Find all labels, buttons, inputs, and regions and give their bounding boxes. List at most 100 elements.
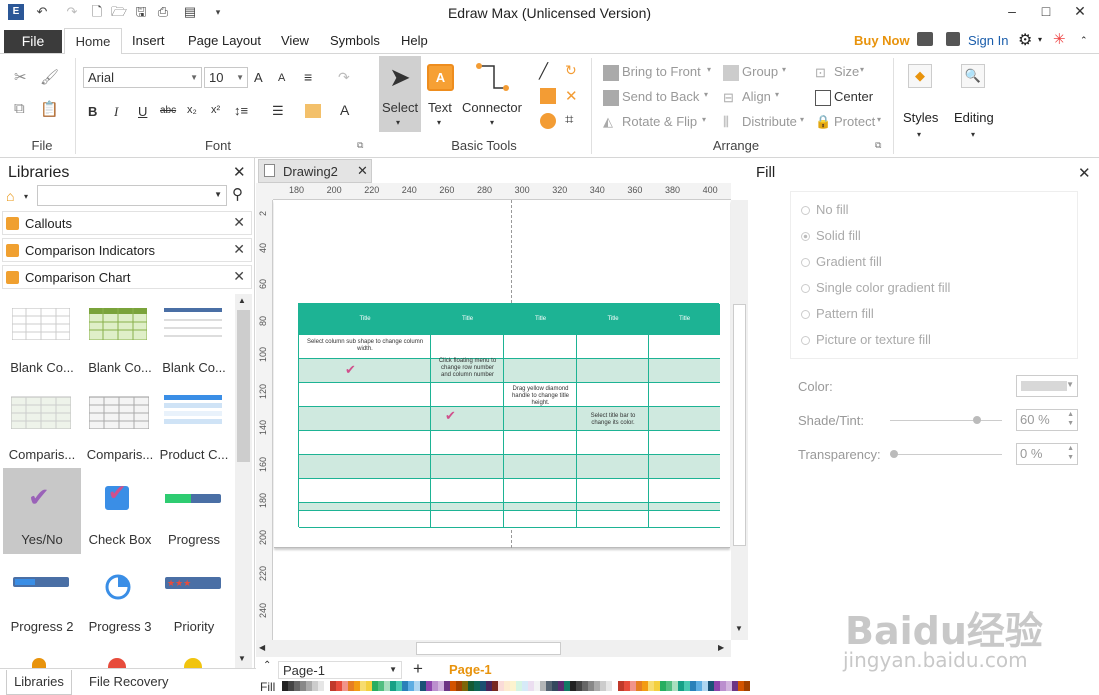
transparency-knob[interactable] xyxy=(890,450,898,458)
table-cell[interactable] xyxy=(504,335,577,359)
paste-icon[interactable]: 📋 xyxy=(40,100,59,118)
shape-blank-comparison-2[interactable]: Blank Co... xyxy=(81,296,159,382)
table-cell[interactable] xyxy=(504,511,577,528)
close-icon[interactable]: ✕ xyxy=(233,268,245,285)
table-cell[interactable] xyxy=(649,383,720,407)
tab-insert[interactable]: Insert xyxy=(132,33,165,48)
table-cell[interactable] xyxy=(431,431,504,455)
table-cell[interactable] xyxy=(577,431,649,455)
tab-symbols[interactable]: Symbols xyxy=(330,33,380,48)
fill-option-gradient-fill[interactable]: Gradient fill xyxy=(801,254,882,269)
line-spacing-icon[interactable]: ↕≡ xyxy=(234,103,250,119)
page-tab-active[interactable]: Page-1 xyxy=(449,662,492,677)
table-cell[interactable] xyxy=(299,359,431,383)
shape-blank-comparison-3[interactable]: Blank Co... xyxy=(155,296,233,382)
font-color-icon[interactable]: A xyxy=(340,102,356,118)
transparency-slider[interactable] xyxy=(890,450,1002,458)
rectangle-tool-icon[interactable] xyxy=(540,88,556,104)
shape-priority[interactable]: ★★★ Priority xyxy=(155,555,233,641)
shape-yes-no[interactable]: ✔ Yes/No xyxy=(3,468,81,554)
file-menu[interactable]: File xyxy=(4,30,62,53)
table-cell[interactable] xyxy=(431,479,504,503)
underline-icon[interactable]: U xyxy=(138,104,154,120)
table-header-cell[interactable]: Title xyxy=(299,316,431,322)
user-icon[interactable] xyxy=(946,32,960,46)
table-cell[interactable] xyxy=(649,407,720,431)
table-cell[interactable] xyxy=(299,407,431,431)
table-cell[interactable] xyxy=(504,479,577,503)
tab-home[interactable]: Home xyxy=(64,28,122,55)
arc-tool-icon[interactable]: ↻ xyxy=(565,62,581,78)
minimize-button[interactable]: – xyxy=(1002,2,1022,22)
table-cell[interactable] xyxy=(577,359,649,383)
checkmark-icon[interactable]: ✔ xyxy=(345,362,356,378)
line-tool-icon[interactable]: ╱ xyxy=(539,62,555,80)
color-swatch[interactable] xyxy=(744,681,750,691)
rotate-flip-button[interactable]: Rotate & Flip xyxy=(622,114,697,129)
close-icon[interactable]: ✕ xyxy=(233,241,245,258)
align-icon[interactable]: ⊟ xyxy=(723,90,739,106)
add-page-button[interactable]: + xyxy=(413,659,423,679)
protect-button[interactable]: Protect xyxy=(834,114,875,129)
table-header-cell[interactable]: Title xyxy=(649,316,720,322)
select-tool-button[interactable]: ➤ Select ▾ xyxy=(379,56,421,132)
table-cell[interactable] xyxy=(504,359,577,383)
shape-comparison-2[interactable]: Comparis... xyxy=(81,383,159,469)
settings-gear-icon[interactable]: ⚙ xyxy=(1018,30,1032,50)
fill-option-single-color-gradient[interactable]: Single color gradient fill xyxy=(801,280,950,295)
color-logo-icon[interactable]: ✳ xyxy=(1053,30,1066,48)
font-size-select[interactable]: 10 ▼ xyxy=(204,67,248,88)
table-cell[interactable] xyxy=(649,359,720,383)
page-select[interactable]: Page-1 ▼ xyxy=(278,661,402,679)
table-cell[interactable] xyxy=(649,479,720,503)
table-header-cell[interactable]: Title xyxy=(504,316,577,322)
send-to-back-button[interactable]: Send to Back xyxy=(622,89,699,104)
table-cell[interactable] xyxy=(431,383,504,407)
close-libraries-icon[interactable]: ✕ xyxy=(233,163,246,181)
close-fill-panel-icon[interactable]: ✕ xyxy=(1078,164,1091,182)
checkmark-icon[interactable]: ✔ xyxy=(445,408,456,424)
fill-option-solid-fill[interactable]: Solid fill xyxy=(801,228,861,243)
drawing-page[interactable]: Title Title Title Title Title Select column s… xyxy=(274,200,730,548)
shade-tint-slider[interactable] xyxy=(890,416,1002,424)
collapse-icon[interactable]: ⌃ xyxy=(263,660,271,671)
bold-icon[interactable]: B xyxy=(88,104,104,120)
table-cell[interactable] xyxy=(649,455,720,479)
lock-icon[interactable]: 🔒 xyxy=(815,114,831,130)
size-icon[interactable]: ⊡ xyxy=(815,65,831,81)
document-tab[interactable]: Drawing2 ✕ xyxy=(258,159,372,183)
table-cell[interactable] xyxy=(577,383,649,407)
table-cell[interactable] xyxy=(431,335,504,359)
align-text-icon[interactable]: ≡ xyxy=(304,69,320,85)
color-picker[interactable]: ▼ xyxy=(1016,375,1078,397)
fill-option-pattern-fill[interactable]: Pattern fill xyxy=(801,306,874,321)
italic-icon[interactable]: I xyxy=(114,104,130,120)
sign-in-link[interactable]: Sign In xyxy=(968,33,1008,48)
chevron-down-icon[interactable]: ▾ xyxy=(1038,35,1042,44)
shape-progress[interactable]: Progress xyxy=(155,468,233,554)
buy-now-link[interactable]: Buy Now xyxy=(854,33,910,48)
cut-icon[interactable]: ✂ xyxy=(14,68,30,86)
table-cell[interactable] xyxy=(649,503,720,511)
tab-libraries[interactable]: Libraries xyxy=(6,670,72,695)
rotate-flip-icon[interactable]: ◭ xyxy=(603,114,619,130)
table-cell[interactable] xyxy=(431,503,504,511)
send-to-back-icon[interactable] xyxy=(603,90,619,106)
grow-font-icon[interactable]: A xyxy=(254,70,270,86)
search-icon[interactable]: ⚲ xyxy=(232,185,243,203)
table-cell[interactable] xyxy=(299,479,431,503)
maximize-button[interactable]: □ xyxy=(1036,2,1056,22)
table-cell[interactable] xyxy=(649,335,720,359)
distribute-button[interactable]: Distribute xyxy=(742,114,797,129)
table-cell[interactable] xyxy=(299,431,431,455)
table-cell[interactable] xyxy=(299,503,431,511)
fill-option-no-fill[interactable]: No fill xyxy=(801,202,849,217)
table-cell[interactable] xyxy=(649,511,720,528)
shape-product-comparison[interactable]: Product C... xyxy=(155,383,233,469)
cross-tool-icon[interactable]: ✕ xyxy=(565,87,581,105)
font-name-select[interactable]: Arial ▼ xyxy=(83,67,202,88)
shade-tint-input[interactable]: 60 % ▲ ▼ xyxy=(1016,409,1078,431)
superscript-icon[interactable]: x² xyxy=(211,104,227,120)
connector-tool-button[interactable]: Connector ▾ xyxy=(462,56,526,132)
table-header-cell[interactable]: Title xyxy=(577,316,649,322)
